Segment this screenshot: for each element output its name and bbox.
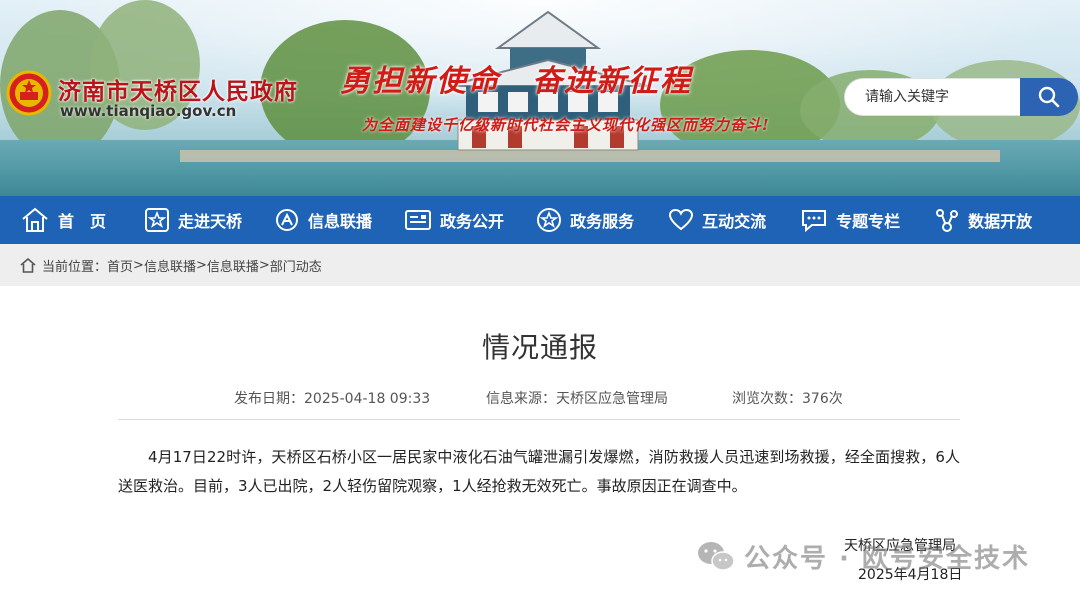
nav-item-about[interactable]: 走进天桥 <box>144 196 242 244</box>
star-badge-icon <box>145 208 170 232</box>
publish-date: 发布日期：2025-04-18 09:33 <box>234 391 431 407</box>
nav-item-gov-open[interactable]: 政务公开 <box>404 196 504 244</box>
breadcrumb-separator: > <box>195 257 207 273</box>
home-small-icon <box>20 257 36 273</box>
header-banner: 济南市天桥区人民政府 www.tianqiao.gov.cn 勇担新使命 奋进新… <box>0 0 1080 196</box>
search-box <box>844 78 1022 116</box>
article-title: 情况通报 <box>481 331 598 364</box>
slogan-main: 勇担新使命 奋进新征程 <box>340 64 692 99</box>
breadcrumb: 当前位置： 首页 > 信息联播 > 信息联播 > 部门动态 <box>0 244 1080 286</box>
breadcrumb-home[interactable]: 首页 <box>107 256 133 275</box>
chat-icon <box>802 210 827 232</box>
service-star-icon <box>537 208 562 232</box>
breadcrumb-separator: > <box>258 257 270 273</box>
main-nav: 首 页 走进天桥 信息联播 政务公开 政务服务 互动交流 专题专栏 数据开放 <box>0 196 1080 244</box>
slogan-sub: 为全面建设千亿级新时代社会主义现代化强区而努力奋斗! <box>362 116 770 134</box>
nav-item-label: 数据开放 <box>968 212 1033 231</box>
national-emblem-icon <box>6 70 52 116</box>
nav-item-home[interactable]: 首 页 <box>20 196 106 244</box>
watermark-text: 公众号 · 欧号安全技术 <box>744 544 1030 574</box>
nav-item-news[interactable]: 信息联播 <box>274 196 372 244</box>
breadcrumb-prefix: 当前位置： <box>42 259 108 275</box>
nav-item-label: 互动交流 <box>702 212 767 231</box>
site-url[interactable]: www.tianqiao.gov.cn <box>60 102 236 120</box>
nav-item-label: 信息联播 <box>308 212 373 231</box>
search-input[interactable] <box>845 79 1022 115</box>
document-icon <box>405 210 432 230</box>
wechat-icon <box>698 541 735 571</box>
search-button[interactable] <box>1020 78 1078 116</box>
nav-item-label: 首 页 <box>58 212 107 231</box>
network-icon <box>936 209 959 232</box>
breadcrumb-dept-news[interactable]: 部门动态 <box>270 256 322 275</box>
view-count: 浏览次数：376次 <box>732 391 843 407</box>
nav-item-label: 走进天桥 <box>178 212 243 231</box>
home-icon <box>22 207 48 232</box>
info-source: 信息来源：天桥区应急管理局 <box>486 391 668 407</box>
breadcrumb-separator: > <box>133 257 144 273</box>
nav-item-label: 政务服务 <box>570 212 635 231</box>
nav-item-topics[interactable]: 专题专栏 <box>800 196 900 244</box>
article-body: 4月17日22时许，天桥区石桥小区一居民家中液化石油气罐泄漏引发爆燃，消防救援人… <box>118 448 960 495</box>
nav-item-label: 专题专栏 <box>836 212 901 231</box>
nav-item-services[interactable]: 政务服务 <box>536 196 634 244</box>
nav-item-open-data[interactable]: 数据开放 <box>934 196 1032 244</box>
search-icon <box>1038 86 1060 108</box>
watermark: 公众号 · 欧号安全技术 <box>696 538 1030 575</box>
broadcast-icon <box>276 209 299 231</box>
site-title[interactable]: 济南市天桥区人民政府 <box>58 72 298 106</box>
breadcrumb-news[interactable]: 信息联播 <box>144 256 196 275</box>
nav-item-interaction[interactable]: 互动交流 <box>668 196 766 244</box>
nav-item-label: 政务公开 <box>440 212 505 231</box>
breadcrumb-news-sub[interactable]: 信息联播 <box>207 256 259 275</box>
article-divider <box>118 419 960 420</box>
heart-icon <box>669 208 694 231</box>
